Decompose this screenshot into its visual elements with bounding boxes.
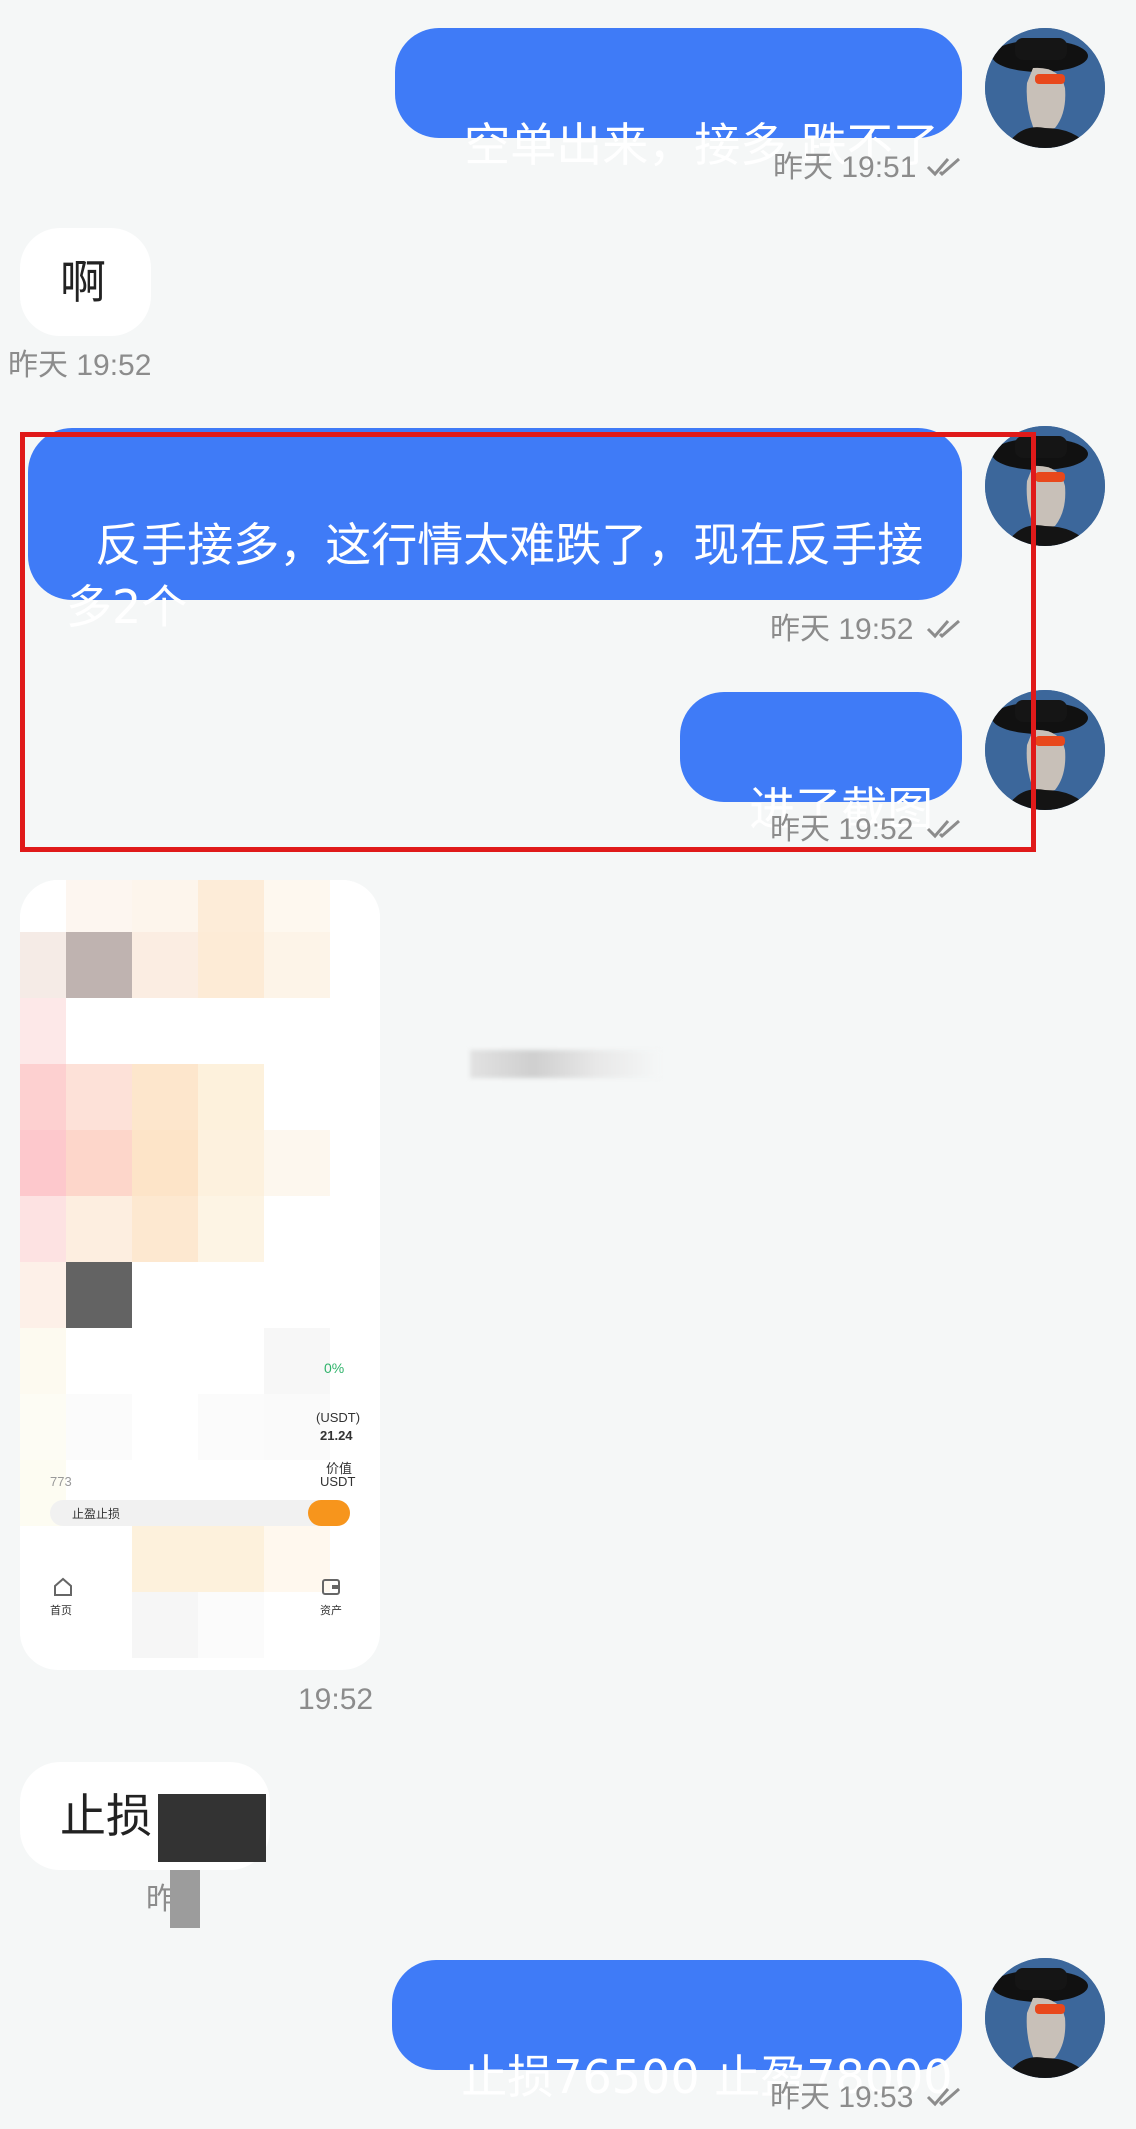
message-bubble-outgoing[interactable]: 空单出来，接多 跌不了 [395, 28, 962, 172]
message-text: 啊 [60, 255, 106, 309]
censor-block [170, 1870, 200, 1928]
avatar-image [985, 28, 1105, 148]
stop-label: 止盈止损 [72, 1507, 121, 1521]
message-text: 止损 [60, 1789, 152, 1843]
screenshot-value: 21.24 [320, 1428, 353, 1443]
message-time: 昨天 19:53 [770, 2081, 914, 2114]
screenshot-usdt-label: (USDT) [316, 1410, 361, 1425]
pixelated-image [20, 880, 380, 1658]
screenshot-number: 773 [50, 1474, 72, 1489]
image-message[interactable]: 0% (USDT) 21.24 价值 USDT 773 止盈止损 首页 资产 [20, 880, 380, 1670]
avatar[interactable] [985, 1958, 1105, 2078]
message-bubble-outgoing[interactable]: 止损76500 止盈78000 [392, 1960, 962, 2104]
double-check-icon [926, 2087, 960, 2107]
avatar[interactable] [985, 28, 1105, 148]
censor-block [158, 1794, 266, 1862]
wallet-icon[interactable] [320, 1576, 342, 1598]
message-time: 昨天 19:51 [773, 151, 917, 184]
highlight-box [20, 432, 1036, 852]
screenshot-usdt-unit: USDT [320, 1474, 356, 1489]
message-time: 19:52 [298, 1683, 374, 1716]
blurred-text [470, 1050, 660, 1078]
double-check-icon [926, 157, 960, 177]
message-time: 昨天 19:52 [8, 349, 152, 382]
screenshot-percent: 0% [324, 1360, 345, 1376]
stop-loss-take-profit-button[interactable]: 止盈止损 [50, 1500, 350, 1526]
home-icon[interactable] [52, 1576, 74, 1598]
nav-home-label: 首页 [50, 1605, 72, 1617]
message-bubble-incoming[interactable]: 啊 [20, 228, 151, 336]
orange-button[interactable] [308, 1500, 350, 1526]
nav-assets-label: 资产 [320, 1605, 342, 1617]
avatar-image [985, 1958, 1105, 2078]
